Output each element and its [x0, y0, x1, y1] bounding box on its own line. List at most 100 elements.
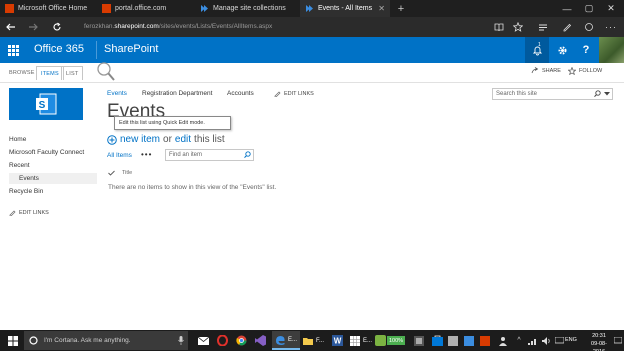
more-button[interactable]: ···: [600, 17, 622, 37]
more-icon: ···: [605, 22, 617, 32]
app-taskbar-icon[interactable]: [446, 331, 460, 350]
select-all-checkbox[interactable]: [108, 170, 115, 176]
close-tab-icon[interactable]: ✕: [378, 4, 385, 13]
find-item-input[interactable]: Find an item: [165, 149, 254, 161]
clock-time: 20:31: [592, 333, 606, 339]
view-all-items[interactable]: All Items: [107, 152, 132, 159]
chrome-taskbar-icon[interactable]: [234, 331, 248, 350]
svg-text:W: W: [333, 337, 341, 346]
search-icon[interactable]: [244, 151, 251, 158]
book-icon: [494, 23, 504, 31]
left-nav-home[interactable]: Home: [9, 136, 26, 143]
new-item-link[interactable]: new item: [120, 134, 160, 145]
mail-taskbar-icon[interactable]: [196, 331, 210, 350]
hub-button[interactable]: [532, 17, 554, 37]
office-icon: [5, 4, 14, 13]
left-nav-events[interactable]: Events: [9, 173, 97, 184]
forward-button[interactable]: [22, 17, 44, 37]
excel-taskbar-app[interactable]: E...: [347, 331, 375, 350]
office-icon: [102, 4, 111, 13]
browser-tab[interactable]: Microsoft Office Home: [0, 0, 96, 17]
favorite-button[interactable]: [507, 17, 529, 37]
back-button[interactable]: [0, 17, 22, 37]
left-nav-recent[interactable]: Recent: [9, 162, 30, 169]
user-avatar[interactable]: [599, 37, 624, 63]
follow-button[interactable]: FOLLOW: [568, 67, 602, 75]
cortana-search-box[interactable]: I'm Cortana. Ask me anything.: [24, 331, 188, 350]
greenshot-taskbar-icon[interactable]: [373, 331, 387, 350]
top-nav-events[interactable]: Events: [107, 90, 127, 97]
app-taskbar-icon[interactable]: [412, 331, 426, 350]
help-button[interactable]: ?: [574, 37, 598, 63]
notification-count: 1: [538, 42, 541, 48]
share-browser-button[interactable]: [578, 17, 600, 37]
battery-indicator[interactable]: 100%: [387, 336, 406, 345]
language-indicator[interactable]: ENG: [565, 337, 577, 343]
app-taskbar-icon[interactable]: [478, 331, 492, 350]
tab-title: portal.office.com: [115, 5, 167, 12]
star-icon: [513, 22, 523, 32]
store-taskbar-icon[interactable]: [430, 331, 444, 350]
minimize-button[interactable]: —: [556, 0, 578, 17]
cortana-icon: [29, 336, 38, 345]
star-icon: [568, 67, 576, 75]
edit-list-link[interactable]: edit: [175, 134, 191, 145]
top-nav-registration[interactable]: Registration Department: [142, 90, 212, 97]
checkmark-icon: [108, 170, 115, 176]
word-taskbar-icon[interactable]: W: [330, 331, 344, 350]
microphone-icon[interactable]: [178, 336, 184, 345]
magnifier-cursor-icon: [96, 61, 116, 83]
web-note-button[interactable]: [556, 17, 578, 37]
left-nav-faculty-connect[interactable]: Microsoft Faculty Connect: [9, 149, 84, 156]
chevron-down-icon[interactable]: [604, 92, 610, 96]
left-edit-links-button[interactable]: EDIT LINKS: [9, 209, 49, 216]
system-clock[interactable]: 20:31 09-08-2016: [585, 332, 613, 356]
action-center-icon[interactable]: [612, 331, 624, 350]
tab-list[interactable]: LIST: [61, 66, 84, 80]
hub-icon: [539, 24, 547, 30]
app-taskbar-icon[interactable]: [462, 331, 476, 350]
network-icon[interactable]: [526, 331, 540, 350]
people-icon[interactable]: [496, 331, 510, 350]
share-button[interactable]: SHARE: [531, 67, 561, 74]
site-logo[interactable]: S: [9, 88, 83, 120]
office365-brand[interactable]: Office 365: [34, 43, 84, 55]
pencil-icon: [9, 210, 16, 216]
notifications-button[interactable]: 1: [525, 37, 549, 63]
tab-browse[interactable]: BROWSE: [5, 66, 39, 79]
column-header-title[interactable]: Title: [122, 170, 132, 176]
maximize-button[interactable]: ▢: [578, 0, 600, 17]
browser-tab[interactable]: Manage site collections: [195, 0, 299, 17]
visual-studio-taskbar-icon[interactable]: [253, 331, 267, 350]
top-nav-accounts[interactable]: Accounts: [227, 90, 254, 97]
browser-tab[interactable]: portal.office.com: [97, 0, 194, 17]
view-options-ellipsis[interactable]: •••: [141, 150, 152, 159]
edge-icon: [276, 335, 285, 345]
new-tab-button[interactable]: +: [390, 0, 412, 17]
folder-icon: [303, 337, 313, 345]
chevron-up-icon[interactable]: ^: [512, 331, 526, 350]
left-nav-recycle-bin[interactable]: Recycle Bin: [9, 188, 43, 195]
edge-taskbar-app[interactable]: E...: [272, 331, 301, 350]
opera-taskbar-icon[interactable]: [215, 331, 229, 350]
sharepoint-brand[interactable]: SharePoint: [104, 43, 158, 55]
browser-tab-active[interactable]: Events - All Items ✕: [300, 0, 390, 17]
pen-icon: [563, 23, 572, 32]
search-icon[interactable]: [594, 90, 601, 97]
start-button[interactable]: [3, 330, 23, 351]
share-icon: [585, 23, 593, 31]
arrow-left-icon: [6, 23, 15, 31]
url-field[interactable]: ferozkhan.sharepoint.com/sites/events/Li…: [84, 23, 272, 30]
app-launcher-button[interactable]: [0, 37, 26, 63]
windows-icon: [8, 335, 18, 346]
refresh-button[interactable]: [46, 17, 68, 37]
quick-edit-tooltip: Edit this list using Quick Edit mode.: [114, 116, 231, 130]
close-window-button[interactable]: ✕: [600, 0, 622, 17]
empty-list-message: There are no items to show in this view …: [108, 184, 277, 191]
explorer-taskbar-app[interactable]: F...: [300, 331, 327, 350]
top-edit-links-button[interactable]: EDIT LINKS: [274, 90, 314, 97]
plus-circle-icon[interactable]: [107, 134, 117, 145]
tab-items[interactable]: ITEMS: [36, 66, 64, 80]
message-icon[interactable]: [552, 331, 566, 350]
settings-button[interactable]: [550, 37, 574, 63]
